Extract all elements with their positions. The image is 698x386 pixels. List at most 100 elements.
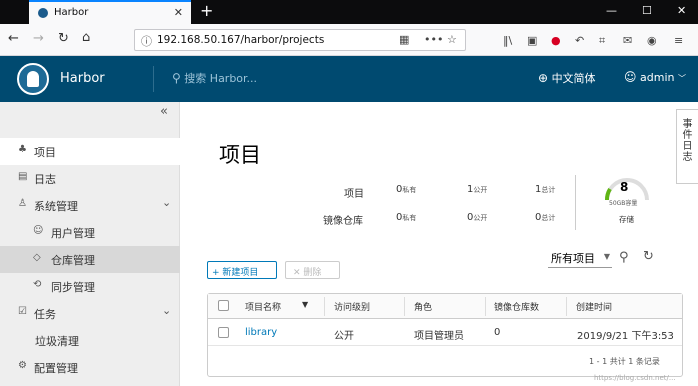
chevron-down-icon[interactable]: ⌄ <box>162 304 171 317</box>
sidebar-item-label: 仓库管理 <box>51 254 95 267</box>
column-divider <box>324 297 325 316</box>
username: admin <box>640 71 675 84</box>
users-icon: ☺ <box>33 225 44 236</box>
language-selector[interactable]: ⊕ 中文简体 <box>538 70 596 86</box>
page-actions-icon[interactable]: ••• <box>424 33 443 46</box>
chat-icon[interactable]: ✉ <box>623 34 632 47</box>
project-created-time: 2019/9/21 下午3:53 <box>577 331 674 342</box>
page-title: 项目 <box>219 143 261 167</box>
sidebar-item-projects[interactable]: ♣ 项目 <box>0 138 180 165</box>
registry-icon: ◇ <box>33 252 41 263</box>
filter-icon[interactable]: ▼ <box>302 300 308 309</box>
column-divider <box>404 297 405 316</box>
crop-icon[interactable]: ⌗ <box>599 34 605 48</box>
sidebar-item-admin[interactable]: ♙ 系统管理 ⌄ <box>0 192 180 219</box>
column-header-role[interactable]: 角色 <box>414 300 432 313</box>
sidebar-item-replication[interactable]: ⟲ 同步管理 <box>0 273 180 300</box>
column-header-access[interactable]: 访问级别 <box>334 300 370 313</box>
user-icon: ☺ <box>624 70 637 84</box>
column-header-repos[interactable]: 镜像仓库数 <box>494 300 539 313</box>
chevron-down-icon: ▼ <box>603 252 610 261</box>
sidebar-item-configuration[interactable]: ⚙ 配置管理 <box>0 354 180 381</box>
project-role: 项目管理员 <box>414 331 464 342</box>
globe-icon: ⊕ <box>538 71 549 85</box>
row-checkbox[interactable] <box>218 327 229 338</box>
forward-icon[interactable]: → <box>33 31 44 46</box>
search-input[interactable]: 搜索 Harbor... <box>184 72 257 85</box>
column-divider <box>485 297 486 316</box>
log-icon: ▤ <box>18 171 28 182</box>
stat-label-repos: 镜像仓库 <box>323 216 363 227</box>
search-icon: ⚲ <box>172 71 181 85</box>
storage-capacity: 50GB容量 <box>609 200 638 207</box>
harbor-logo-icon[interactable] <box>17 63 49 95</box>
maximize-button[interactable]: ☐ <box>642 4 652 17</box>
replication-icon: ⟲ <box>33 279 42 290</box>
event-log-tab[interactable]: 事件日志 <box>676 109 698 184</box>
library-icon[interactable]: ‖\ <box>503 34 512 47</box>
stat-label-projects: 项目 <box>344 189 364 200</box>
filter-value: 所有项目 <box>551 252 595 265</box>
project-name-link[interactable]: library <box>245 327 277 338</box>
tab-close-icon[interactable]: ✕ <box>174 6 183 19</box>
sidebar-toggle-icon[interactable]: ▣ <box>527 34 537 47</box>
new-project-button[interactable]: + 新建项目 <box>207 261 277 279</box>
sidebar-item-users[interactable]: ☺ 用户管理 <box>0 219 180 246</box>
browser-navbar: ← → ↻ ⌂ ⓘ 192.168.50.167/harbor/projects… <box>0 24 698 56</box>
sidebar-item-label: 配置管理 <box>34 362 78 375</box>
url-bar[interactable]: ⓘ 192.168.50.167/harbor/projects ▦ ••• ☆ <box>134 29 466 51</box>
url-text[interactable]: 192.168.50.167/harbor/projects <box>157 34 324 46</box>
browser-tab[interactable]: Harbor ✕ <box>29 0 191 24</box>
collapse-sidebar-icon[interactable]: « <box>160 104 168 119</box>
qr-code-icon[interactable]: ▦ <box>399 33 409 46</box>
sidebar-item-tasks[interactable]: ☑ 任务 ⌄ <box>0 300 180 327</box>
delete-button[interactable]: ✕ 删除 <box>285 261 340 279</box>
tab-title: Harbor <box>54 7 89 18</box>
project-repo-count: 0 <box>494 327 501 338</box>
new-project-label: + 新建项目 <box>212 268 259 278</box>
refresh-icon[interactable]: ↻ <box>643 249 654 264</box>
chevron-down-icon[interactable]: ⌄ <box>162 196 171 209</box>
stat-repos-public: 0公开 <box>467 212 488 223</box>
stats-divider <box>575 175 576 230</box>
adblock-icon[interactable]: ● <box>551 34 561 47</box>
reload-icon[interactable]: ↻ <box>58 31 69 46</box>
global-search[interactable]: ⚲ 搜索 Harbor... <box>172 70 257 86</box>
site-info-icon[interactable]: ⓘ <box>141 33 152 49</box>
sidebar-item-registries[interactable]: ◇ 仓库管理 <box>0 246 180 273</box>
task-icon: ☑ <box>18 306 27 317</box>
storage-value: 8 <box>620 180 629 194</box>
user-menu[interactable]: ☺ admin ﹀ <box>624 70 686 84</box>
select-all-checkbox[interactable] <box>218 300 229 311</box>
minimize-button[interactable]: — <box>606 4 617 17</box>
account-icon[interactable]: ◉ <box>647 34 657 47</box>
gear-icon: ⚙ <box>18 360 27 371</box>
project-filter-select[interactable]: 所有项目 ▼ <box>548 249 612 268</box>
stat-repos-private: 0私有 <box>396 212 417 223</box>
undo-icon[interactable]: ↶ <box>575 34 584 47</box>
sidebar-item-logs[interactable]: ▤ 日志 <box>0 165 180 192</box>
app-name[interactable]: Harbor <box>60 71 105 86</box>
column-header-created[interactable]: 创建时间 <box>576 300 612 313</box>
back-icon[interactable]: ← <box>8 31 19 46</box>
sidebar-item-label: 垃圾清理 <box>35 335 79 348</box>
menu-icon[interactable]: ≡ <box>674 34 683 47</box>
stat-projects-total: 1总计 <box>535 184 556 195</box>
watermark: https://blog.csdn.net/... <box>594 374 676 382</box>
chevron-down-icon: ﹀ <box>677 74 686 83</box>
delete-label: ✕ 删除 <box>293 268 322 278</box>
sidebar-item-label: 用户管理 <box>51 227 95 240</box>
project-icon: ♣ <box>18 144 27 155</box>
stat-projects-private: 0私有 <box>396 184 417 195</box>
sidebar-item-label: 任务 <box>34 308 56 321</box>
event-log-label: 事件日志 <box>680 118 691 162</box>
new-tab-button[interactable]: + <box>200 1 213 20</box>
close-window-button[interactable]: ✕ <box>677 4 686 17</box>
stat-projects-public: 1公开 <box>467 184 488 195</box>
search-icon[interactable]: ⚲ <box>619 250 629 265</box>
language-label: 中文简体 <box>551 72 596 85</box>
home-icon[interactable]: ⌂ <box>82 30 90 45</box>
bookmark-star-icon[interactable]: ☆ <box>447 33 457 46</box>
sidebar-item-gc[interactable]: 垃圾清理 <box>0 327 180 354</box>
column-header-name[interactable]: 项目名称 <box>245 300 281 313</box>
